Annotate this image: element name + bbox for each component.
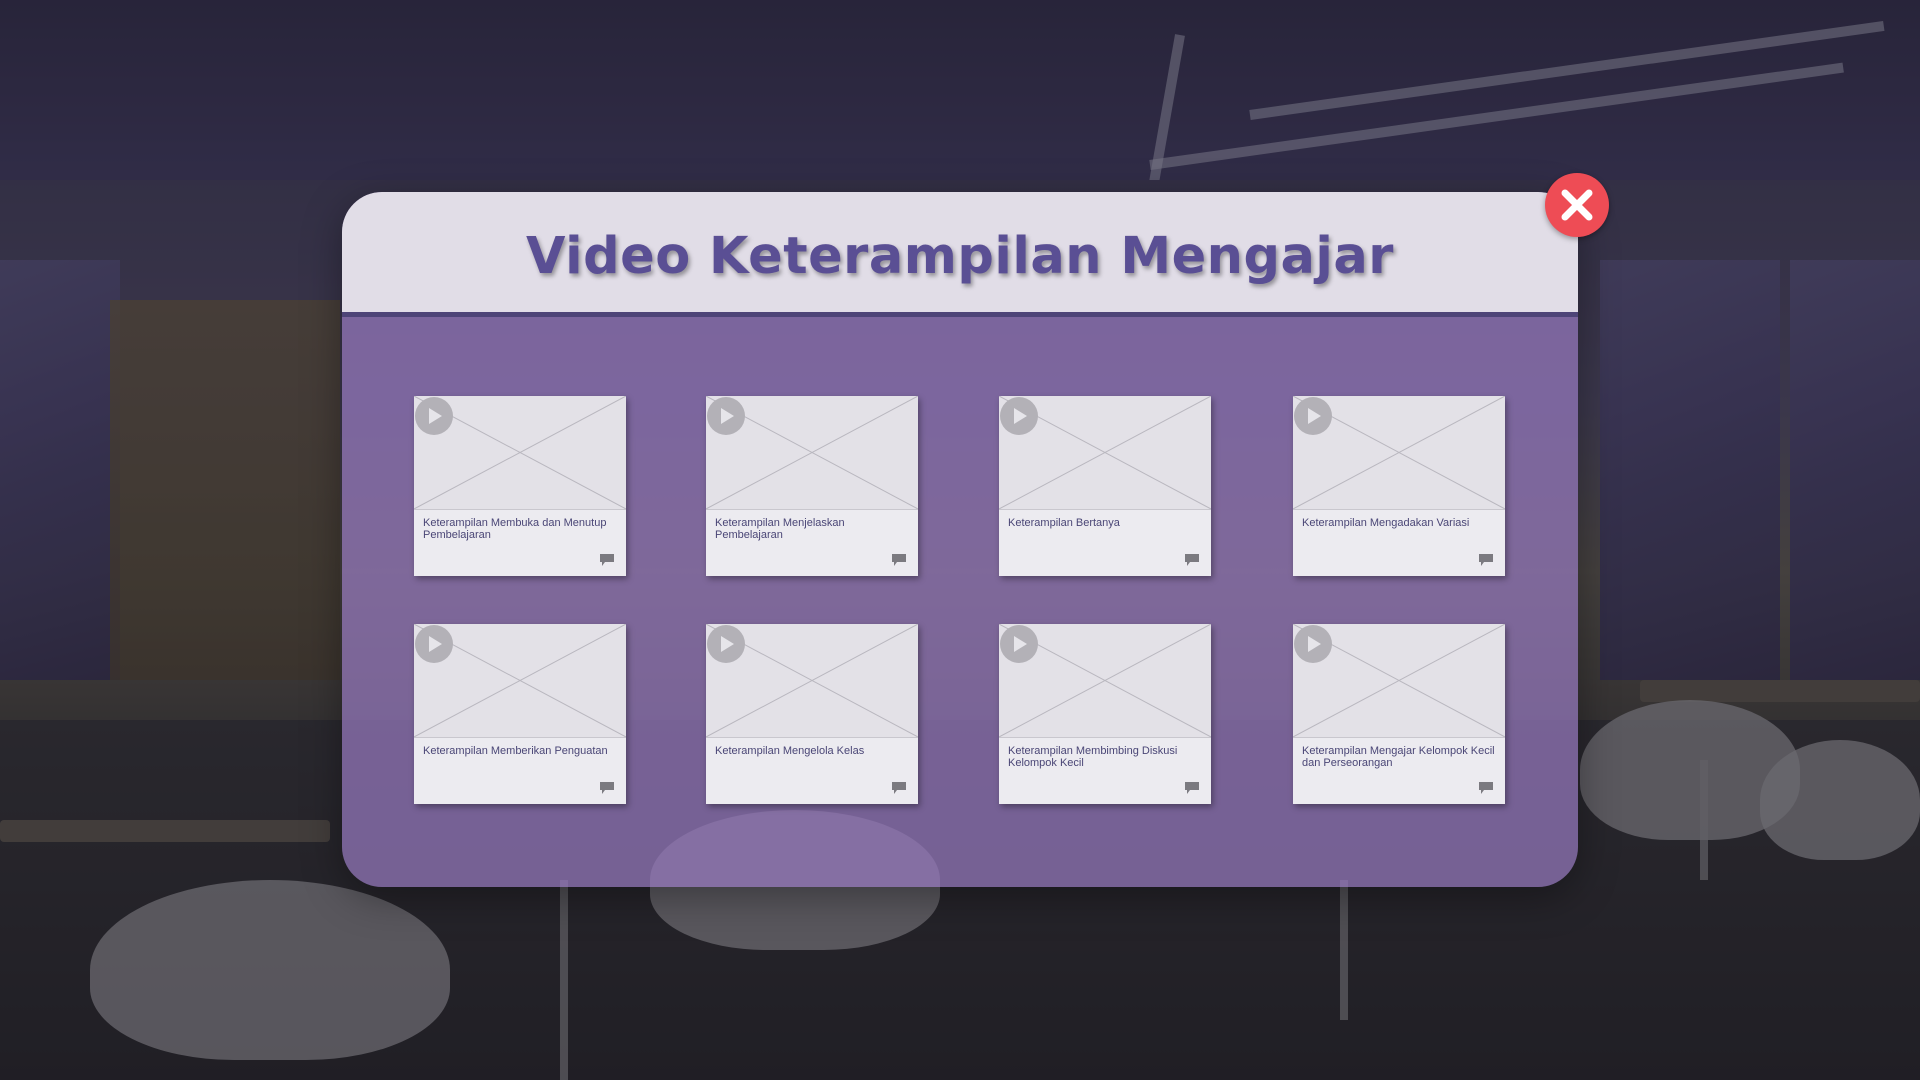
video-title: Keterampilan Membuka dan Menutup Pembela… (423, 517, 607, 541)
play-icon[interactable] (414, 396, 454, 436)
play-icon[interactable] (1293, 396, 1333, 436)
modal-header: Video Keterampilan Mengajar (342, 192, 1578, 312)
video-thumbnail (999, 396, 1211, 510)
comment-icon[interactable] (892, 782, 906, 794)
video-card[interactable]: Keterampilan Membuka dan Menutup Pembela… (414, 396, 626, 576)
video-thumbnail (706, 624, 918, 738)
video-title: Keterampilan Bertanya (1008, 517, 1120, 529)
play-icon[interactable] (706, 396, 746, 436)
play-icon[interactable] (999, 624, 1039, 664)
comment-icon[interactable] (1185, 782, 1199, 794)
comment-icon[interactable] (1479, 782, 1493, 794)
video-thumbnail (999, 624, 1211, 738)
close-button[interactable] (1545, 173, 1609, 237)
play-icon[interactable] (1293, 624, 1333, 664)
video-title: Keterampilan Mengelola Kelas (715, 745, 865, 757)
video-title: Keterampilan Membimbing Diskusi Kelompok… (1008, 745, 1178, 769)
video-card[interactable]: Keterampilan Mengadakan Variasi (1293, 396, 1505, 576)
video-thumbnail (706, 396, 918, 510)
video-card[interactable]: Keterampilan Memberikan Penguatan (414, 624, 626, 804)
video-title: Keterampilan Menjelaskan Pembelajaran (715, 517, 845, 541)
video-card[interactable]: Keterampilan Membimbing Diskusi Kelompok… (999, 624, 1211, 804)
comment-icon[interactable] (1185, 554, 1199, 566)
comment-icon[interactable] (600, 782, 614, 794)
modal-title: Video Keterampilan Mengajar (526, 226, 1394, 286)
video-card[interactable]: Keterampilan Menjelaskan Pembelajaran (706, 396, 918, 576)
play-icon[interactable] (706, 624, 746, 664)
video-title: Keterampilan Mengadakan Variasi (1302, 517, 1470, 529)
video-thumbnail (414, 396, 626, 510)
comment-icon[interactable] (600, 554, 614, 566)
video-thumbnail (414, 624, 626, 738)
close-icon (1561, 189, 1593, 221)
play-icon[interactable] (414, 624, 454, 664)
video-title: Keterampilan Mengajar Kelompok Kecil dan… (1302, 745, 1495, 769)
video-card[interactable]: Keterampilan Bertanya (999, 396, 1211, 576)
video-title: Keterampilan Memberikan Penguatan (423, 745, 608, 757)
header-divider (342, 312, 1578, 317)
video-thumbnail (1293, 624, 1505, 738)
video-card[interactable]: Keterampilan Mengajar Kelompok Kecil dan… (1293, 624, 1505, 804)
video-card[interactable]: Keterampilan Mengelola Kelas (706, 624, 918, 804)
play-icon[interactable] (999, 396, 1039, 436)
video-gallery-modal: Video Keterampilan Mengajar Keterampilan… (342, 192, 1578, 887)
comment-icon[interactable] (1479, 554, 1493, 566)
comment-icon[interactable] (892, 554, 906, 566)
video-thumbnail (1293, 396, 1505, 510)
